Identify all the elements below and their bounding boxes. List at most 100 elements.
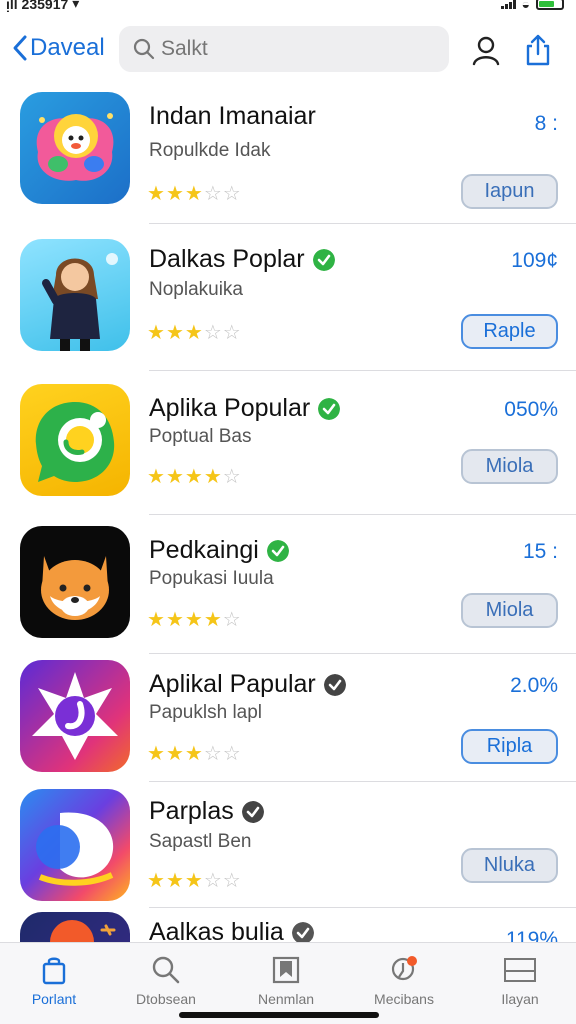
- star-rating: ★ ★ ★ ☆ ☆: [147, 871, 241, 891]
- list-item[interactable]: Aalkas bulia 119%: [0, 912, 576, 942]
- battery-icon: [536, 0, 564, 10]
- tab-label: Dtobsean: [136, 991, 196, 1007]
- divider: [149, 514, 576, 515]
- tab-label: Nenmlan: [257, 991, 315, 1007]
- home-indicator[interactable]: [179, 1012, 379, 1018]
- get-button[interactable]: Raple: [461, 314, 558, 349]
- app-subtitle: Poptual Bas: [149, 426, 252, 447]
- star-icon: ★: [147, 466, 165, 488]
- header: Daveal: [0, 24, 576, 76]
- get-button[interactable]: Miola: [461, 449, 558, 484]
- star-icon: ☆: [203, 183, 222, 205]
- star-icon: ★: [184, 870, 203, 892]
- app-subtitle: Ropulkde Idak: [149, 140, 271, 161]
- star-icon: ☆: [203, 870, 222, 892]
- star-icon: ★: [147, 609, 165, 631]
- app-price: 050%: [504, 398, 558, 421]
- star-rating: ★ ★ ★ ☆ ☆: [147, 323, 241, 343]
- star-icon: ★: [184, 322, 203, 344]
- get-button[interactable]: Ripla: [461, 729, 558, 764]
- app-price: 2.0%: [510, 674, 558, 697]
- verified-badge-icon: [291, 921, 314, 942]
- app-name: Aplika Popular: [149, 394, 341, 423]
- tab-popular[interactable]: Porlant: [4, 955, 104, 1007]
- divider: [149, 781, 576, 782]
- status-left: ᴉll 235917 ▾: [6, 0, 79, 12]
- verified-badge-icon: [312, 248, 335, 271]
- app-icon-star-logo: [20, 660, 130, 772]
- search-icon: [152, 956, 180, 984]
- app-subtitle: Papuklsh lapl: [149, 702, 263, 723]
- get-button[interactable]: Nluka: [461, 848, 558, 883]
- app-icon-mascot: [20, 92, 130, 204]
- status-right: ◒: [500, 0, 564, 12]
- bag-icon: [42, 957, 66, 985]
- app-subtitle: Sapastl Ben: [149, 831, 252, 852]
- verified-badge-icon: [241, 800, 264, 823]
- tab-bookmarks[interactable]: Nenmlan: [236, 955, 336, 1007]
- star-icon: ★: [147, 743, 165, 765]
- list-item[interactable]: Aplikal Papular Papuklsh lapl ★ ★ ★ ☆ ☆ 2.0%…: [0, 660, 576, 788]
- list-item[interactable]: Dalkas Poplar Noplakuika ★ ★ ★ ☆ ☆ 109¢ Rapl…: [0, 239, 576, 381]
- get-button[interactable]: Iapun: [461, 174, 558, 209]
- app-name: Dalkas Poplar: [149, 245, 335, 274]
- app-icon-fox: [20, 526, 130, 638]
- star-icon: ★: [184, 183, 203, 205]
- verified-badge-icon: [323, 673, 346, 696]
- star-icon: ☆: [222, 183, 241, 205]
- profile-icon[interactable]: [470, 34, 502, 66]
- share-icon[interactable]: [522, 34, 554, 66]
- carrier-text: ᴉll 235917: [6, 0, 69, 12]
- tab-search[interactable]: Dtobsean: [116, 955, 216, 1007]
- tab-label: Porlant: [31, 991, 77, 1007]
- star-rating: ★ ★ ★ ★ ☆: [147, 467, 241, 487]
- app-name: Aalkas bulia: [149, 918, 314, 942]
- divider: [149, 223, 576, 224]
- verified-badge-icon: [266, 539, 289, 562]
- back-button[interactable]: Daveal: [12, 34, 105, 62]
- star-icon: ☆: [222, 322, 241, 344]
- bookmark-icon: [272, 956, 300, 984]
- chevron-left-icon: [13, 35, 27, 61]
- list-item[interactable]: Pedkaingi Popukasi Iuula ★ ★ ★ ★ ☆ 15 : Miol…: [0, 526, 576, 668]
- star-icon: ☆: [222, 743, 241, 765]
- star-icon: ★: [165, 466, 184, 488]
- app-name: Pedkaingi: [149, 536, 289, 565]
- get-button[interactable]: Miola: [461, 593, 558, 628]
- app-icon-gradient-logo: [20, 789, 130, 901]
- app-list: Indan Imanaiar Ropulkde Idak ★ ★ ★ ☆ ☆ 8 : I…: [0, 84, 576, 942]
- search-input[interactable]: [161, 37, 421, 61]
- divider: [149, 907, 576, 908]
- tab-nearby[interactable]: Mecibans: [354, 955, 454, 1007]
- app-price: 8 :: [534, 112, 558, 135]
- star-icon: ★: [147, 322, 165, 344]
- list-icon: [504, 958, 536, 982]
- tab-list[interactable]: Ilayan: [470, 955, 570, 1007]
- app-name: Aplikal Papular: [149, 670, 346, 699]
- list-item[interactable]: Aplika Popular Poptual Bas ★ ★ ★ ★ ☆ 050% Mi…: [0, 384, 576, 526]
- star-icon: ☆: [203, 322, 222, 344]
- app-icon-person: [20, 239, 130, 351]
- app-icon-dark-logo: [20, 912, 130, 942]
- wifi-status-icon: ◒: [521, 0, 530, 12]
- star-icon: ★: [203, 609, 222, 631]
- wifi-icon: ▾: [72, 0, 80, 11]
- star-rating: ★ ★ ★ ☆ ☆: [147, 184, 241, 204]
- star-icon: ★: [184, 609, 203, 631]
- star-icon: ☆: [203, 743, 222, 765]
- verified-badge-icon: [318, 397, 341, 420]
- star-icon: ★: [147, 183, 165, 205]
- list-item[interactable]: Indan Imanaiar Ropulkde Idak ★ ★ ★ ☆ ☆ 8 : I…: [0, 92, 576, 234]
- app-price: 119%: [505, 928, 558, 942]
- divider: [149, 653, 576, 654]
- app-price: 15 :: [522, 540, 558, 563]
- star-rating: ★ ★ ★ ☆ ☆: [147, 744, 241, 764]
- tab-label: Mecibans: [374, 991, 434, 1007]
- search-bar[interactable]: [119, 26, 449, 72]
- app-price: 109¢: [511, 249, 558, 272]
- app-subtitle: Popukasi Iuula: [149, 568, 274, 589]
- star-icon: ★: [147, 870, 165, 892]
- status-bar: ᴉll 235917 ▾ ◒: [0, 0, 576, 14]
- star-icon: ☆: [222, 609, 241, 631]
- list-item[interactable]: Parplas Sapastl Ben ★ ★ ★ ☆ ☆ Nluka: [0, 789, 576, 909]
